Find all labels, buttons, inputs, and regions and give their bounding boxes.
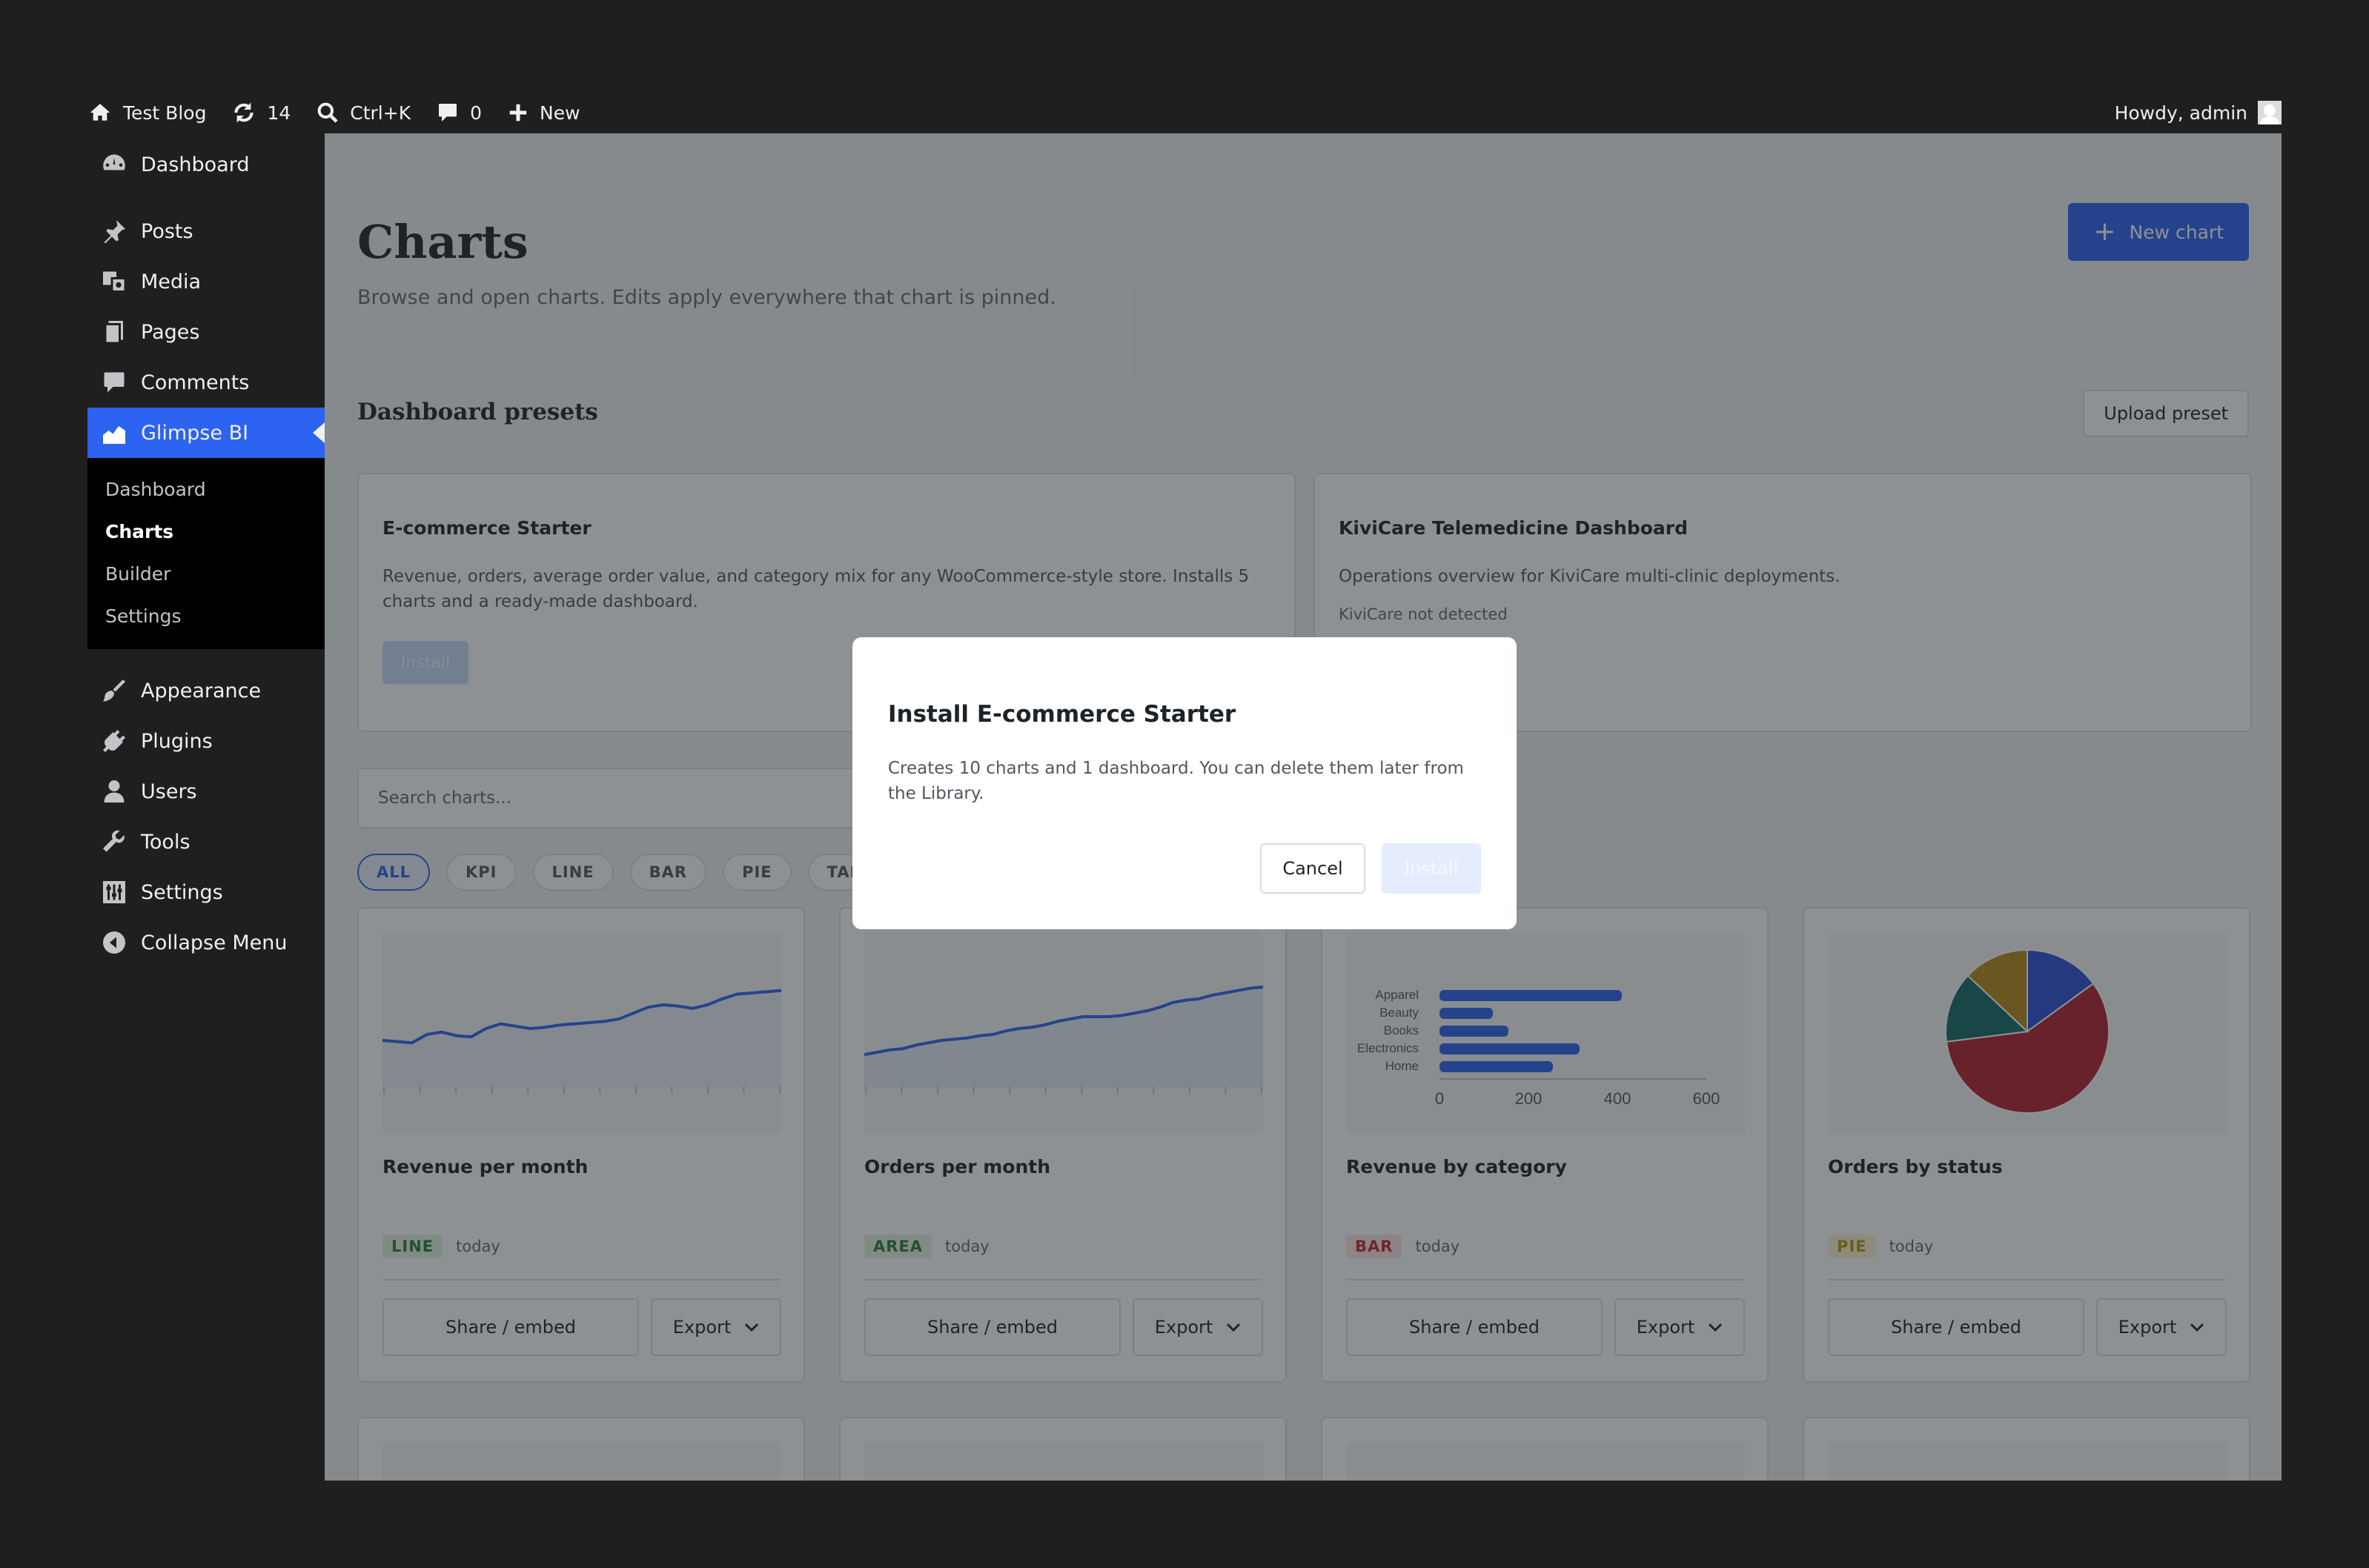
sliders-icon <box>103 881 125 903</box>
avatar <box>2258 101 2282 124</box>
menu-comments[interactable]: Comments <box>87 357 325 408</box>
chart-area-icon <box>103 426 125 444</box>
collapse-menu-button[interactable]: Collapse Menu <box>87 917 325 968</box>
home-icon <box>90 104 110 121</box>
media-icon <box>103 271 127 293</box>
submenu-builder[interactable]: Builder <box>87 553 325 595</box>
pages-icon <box>104 321 123 345</box>
dialog-title: Install E-commerce Starter <box>888 701 1236 728</box>
menu-label: Appearance <box>141 679 262 702</box>
plugin-icon <box>103 730 125 752</box>
dashboard-icon <box>103 154 125 170</box>
admin-bar: Test Blog 14 Ctrl+K 0 New Howdy, admin <box>87 92 2282 133</box>
comments-count: 0 <box>470 102 482 124</box>
brush-icon <box>103 680 125 702</box>
search-icon <box>317 102 338 123</box>
account-menu[interactable]: Howdy, admin <box>2115 101 2282 124</box>
comments-link[interactable]: 0 <box>436 101 482 124</box>
dialog-body: Creates 10 charts and 1 dashboard. You c… <box>888 759 1464 803</box>
menu-appearance[interactable]: Appearance <box>87 665 325 716</box>
cancel-button[interactable]: Cancel <box>1260 843 1365 894</box>
menu-dashboard[interactable]: Dashboard <box>87 139 325 190</box>
install-dialog: Install E-commerce Starter Creates 10 ch… <box>852 637 1517 929</box>
menu-label: Media <box>141 270 202 293</box>
comment-icon <box>439 104 457 122</box>
menu-plugins[interactable]: Plugins <box>87 716 325 766</box>
greeting: Howdy, admin <box>2114 102 2247 124</box>
site-name: Test Blog <box>123 102 207 124</box>
admin-sidebar: Dashboard Posts Media Pages Comments Gli… <box>87 133 325 1481</box>
collapse-icon <box>103 931 125 954</box>
new-label: New <box>540 102 580 124</box>
menu-label: Comments <box>141 371 250 394</box>
submenu-dashboard[interactable]: Dashboard <box>87 468 325 511</box>
install-button[interactable]: Install <box>1382 843 1481 894</box>
updates-count: 14 <box>267 102 291 124</box>
site-name-link[interactable]: Test Blog <box>87 101 206 124</box>
submenu-settings[interactable]: Settings <box>87 595 325 637</box>
menu-users[interactable]: Users <box>87 766 325 817</box>
menu-label: Plugins <box>141 729 213 753</box>
menu-glimpse-bi[interactable]: Glimpse BI <box>87 408 325 458</box>
menu-settings[interactable]: Settings <box>87 867 325 917</box>
menu-label: Posts <box>141 219 193 243</box>
menu-posts[interactable]: Posts <box>87 206 325 256</box>
user-icon <box>104 780 125 803</box>
wrench-icon <box>103 830 125 852</box>
menu-media[interactable]: Media <box>87 256 325 307</box>
search-shortcut: Ctrl+K <box>350 102 411 124</box>
menu-label: Collapse Menu <box>141 931 288 954</box>
menu-label: Tools <box>141 830 190 854</box>
glimpse-bi-submenu: Dashboard Charts Builder Settings <box>87 458 325 649</box>
menu-label: Dashboard <box>141 153 250 176</box>
menu-label: Pages <box>141 320 200 344</box>
menu-label: Settings <box>141 880 223 904</box>
menu-pages[interactable]: Pages <box>87 307 325 357</box>
updates-link[interactable]: 14 <box>231 101 291 124</box>
submenu-charts[interactable]: Charts <box>87 511 325 553</box>
search-link[interactable]: Ctrl+K <box>316 101 411 124</box>
comment-icon <box>104 372 125 393</box>
new-content-link[interactable]: New <box>507 102 580 124</box>
menu-tools[interactable]: Tools <box>87 817 325 867</box>
refresh-icon <box>234 102 254 123</box>
pin-icon <box>104 220 125 244</box>
menu-label: Users <box>141 780 197 803</box>
plus-icon <box>509 104 527 122</box>
menu-label: Glimpse BI <box>141 421 249 445</box>
